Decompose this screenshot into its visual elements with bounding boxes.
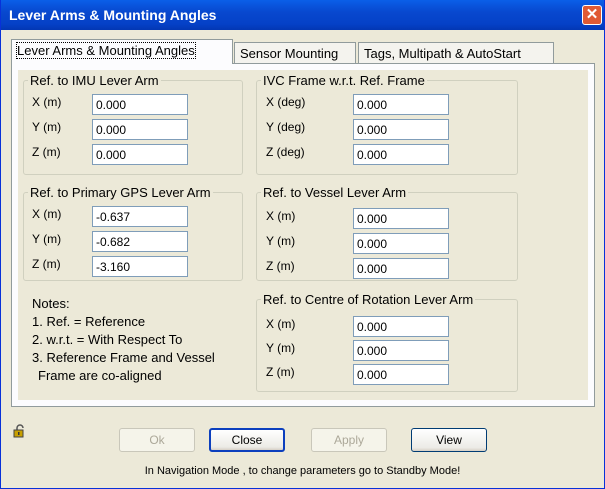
dialog-window: Lever Arms & Mounting Angles ✕ Lever Arm…: [0, 0, 605, 489]
field-label: Y (deg): [266, 120, 306, 134]
group-legend: Ref. to Centre of Rotation Lever Arm: [263, 292, 474, 307]
tab-sensor-mounting[interactable]: Sensor Mounting: [234, 42, 356, 64]
tab-lever-arms[interactable]: Lever Arms & Mounting Angles: [11, 39, 233, 64]
ivc-y-field[interactable]: 0.000: [353, 119, 449, 140]
field-label: Y (m): [32, 120, 62, 134]
vessel-y-field[interactable]: 0.000: [353, 233, 449, 254]
field-label: Z (m): [266, 365, 295, 379]
imu-y-field[interactable]: 0.000: [92, 119, 188, 140]
vessel-x-field[interactable]: 0.000: [353, 208, 449, 229]
field-label: Z (m): [32, 145, 61, 159]
group-legend: Ref. to IMU Lever Arm: [30, 73, 159, 88]
title-bar[interactable]: Lever Arms & Mounting Angles ✕: [1, 0, 604, 30]
field-label: X (m): [266, 317, 296, 331]
ivc-x-field[interactable]: 0.000: [353, 94, 449, 115]
note-line: 2. w.r.t. = With Respect To: [32, 332, 183, 347]
field-label: Z (deg): [266, 145, 305, 159]
field-label: Z (m): [266, 259, 295, 273]
rotation-z-field[interactable]: 0.000: [353, 364, 449, 385]
note-line: 3. Reference Frame and Vessel: [32, 350, 215, 365]
gps-y-field[interactable]: -0.682: [92, 231, 188, 252]
close-button[interactable]: Close: [209, 428, 285, 452]
window-title: Lever Arms & Mounting Angles: [9, 7, 217, 23]
tab-label: Sensor Mounting: [240, 46, 339, 61]
note-line: Frame are co-aligned: [38, 368, 162, 383]
tab-label: Lever Arms & Mounting Angles: [16, 42, 196, 59]
gps-z-field[interactable]: -3.160: [92, 256, 188, 277]
field-label: Y (m): [266, 341, 296, 355]
field-label: X (m): [32, 95, 62, 109]
group-legend: Ref. to Primary GPS Lever Arm: [30, 185, 211, 200]
rotation-y-field[interactable]: 0.000: [353, 340, 449, 361]
vessel-z-field[interactable]: 0.000: [353, 258, 449, 279]
imu-z-field[interactable]: 0.000: [92, 144, 188, 165]
lock-icon: [13, 424, 24, 438]
view-button[interactable]: View: [411, 428, 487, 452]
ok-button[interactable]: Ok: [119, 428, 195, 452]
field-label: Y (m): [32, 232, 62, 246]
tab-tags-multipath[interactable]: Tags, Multipath & AutoStart: [358, 42, 554, 64]
tab-panel: Ref. to IMU Lever Arm X (m) 0.000 Y (m) …: [11, 63, 595, 407]
status-message: In Navigation Mode , to change parameter…: [144, 465, 461, 477]
note-line: 1. Ref. = Reference: [32, 314, 146, 329]
tab-label: Tags, Multipath & AutoStart: [364, 46, 521, 61]
group-legend: IVC Frame w.r.t. Ref. Frame: [263, 73, 425, 88]
close-window-button[interactable]: ✕: [582, 5, 602, 25]
imu-x-field[interactable]: 0.000: [92, 94, 188, 115]
field-label: Y (m): [266, 234, 296, 248]
field-label: X (deg): [266, 95, 306, 109]
notes-title: Notes:: [32, 296, 70, 311]
group-legend: Ref. to Vessel Lever Arm: [263, 185, 407, 200]
tab-content: Ref. to IMU Lever Arm X (m) 0.000 Y (m) …: [18, 70, 588, 400]
field-label: X (m): [32, 207, 62, 221]
rotation-x-field[interactable]: 0.000: [353, 316, 449, 337]
field-label: Z (m): [32, 257, 61, 271]
field-label: X (m): [266, 209, 296, 223]
ivc-z-field[interactable]: 0.000: [353, 144, 449, 165]
gps-x-field[interactable]: -0.637: [92, 206, 188, 227]
apply-button[interactable]: Apply: [311, 428, 387, 452]
